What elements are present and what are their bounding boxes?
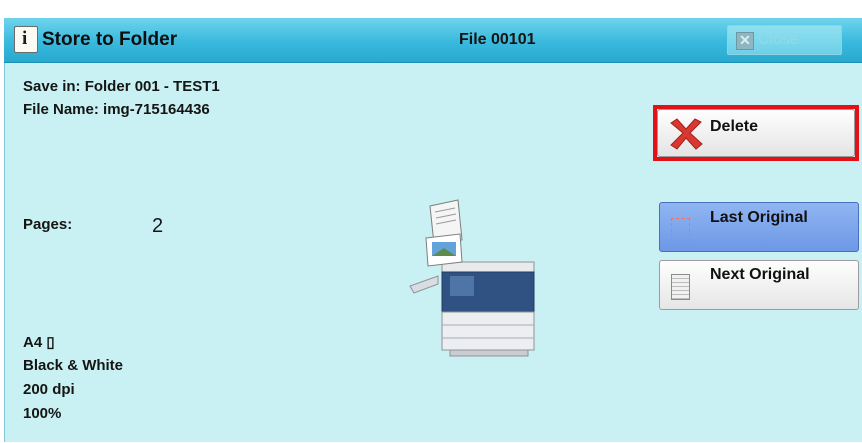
close-button[interactable]: ✕ Close	[727, 25, 842, 55]
last-original-label: Last Original	[710, 209, 808, 226]
delete-x-icon	[670, 118, 703, 150]
close-icon: ✕	[736, 32, 754, 50]
file-name-text: File Name: img-715164436	[23, 101, 210, 118]
last-original-icon	[671, 218, 690, 242]
pages-value: 2	[152, 215, 164, 237]
scale: 100%	[23, 405, 62, 422]
paper-size: A4 ▯	[23, 334, 55, 351]
title-bar: i Store to Folder File 00101 ✕ Close	[4, 18, 862, 63]
resolution: 200 dpi	[23, 381, 75, 398]
printer-illustration	[409, 199, 535, 357]
file-number: File 00101	[459, 31, 536, 48]
delete-label: Delete	[710, 118, 759, 135]
page-title: Store to Folder	[42, 29, 178, 50]
store-to-folder-screen: i Store to Folder File 00101 ✕ Close Sav…	[0, 0, 862, 443]
pages-label: Pages:	[23, 216, 73, 233]
delete-button[interactable]: Delete	[657, 109, 855, 157]
next-original-icon	[671, 274, 690, 300]
info-icon: i	[14, 26, 38, 53]
color-mode: Black & White	[23, 357, 124, 374]
next-original-label: Next Original	[710, 266, 810, 283]
next-original-button[interactable]: Next Original	[659, 260, 859, 310]
close-label: Close	[758, 31, 799, 48]
save-in-text: Save in: Folder 001 - TEST1	[23, 78, 220, 95]
last-original-button[interactable]: Last Original	[659, 202, 859, 252]
